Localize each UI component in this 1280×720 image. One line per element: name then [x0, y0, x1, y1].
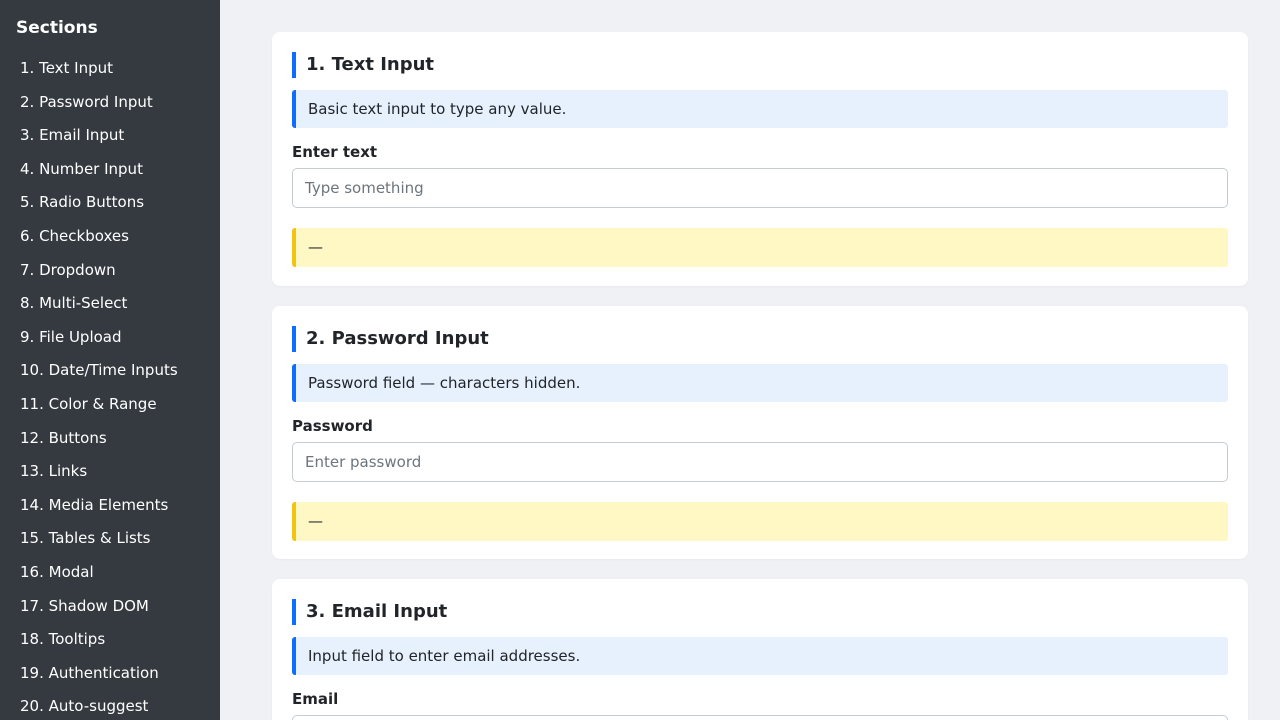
email-input[interactable] [292, 715, 1228, 720]
sidebar-item-date-time-inputs[interactable]: 10. Date/Time Inputs [0, 354, 220, 388]
sidebar-item-auto-suggest[interactable]: 20. Auto-suggest [0, 690, 220, 720]
text-output: — [292, 228, 1228, 267]
sidebar-item-file-upload[interactable]: 9. File Upload [0, 321, 220, 355]
sidebar-item-modal[interactable]: 16. Modal [0, 556, 220, 590]
section-text-input: 1. Text Input Basic text input to type a… [272, 32, 1248, 286]
section-title: 3. Email Input [292, 599, 1228, 625]
field-label: Enter text [292, 143, 378, 161]
sidebar-item-text-input[interactable]: 1. Text Input [0, 52, 220, 86]
field-label: Email [292, 690, 339, 708]
sidebar-item-multi-select[interactable]: 8. Multi-Select [0, 287, 220, 321]
password-output: — [292, 502, 1228, 541]
sidebar-item-radio-buttons[interactable]: 5. Radio Buttons [0, 186, 220, 220]
sidebar-list: 1. Text Input 2. Password Input 3. Email… [0, 52, 220, 720]
sidebar-item-shadow-dom[interactable]: 17. Shadow DOM [0, 590, 220, 624]
section-password-input: 2. Password Input Password field — chara… [272, 306, 1248, 559]
sidebar-item-media-elements[interactable]: 14. Media Elements [0, 489, 220, 523]
section-description: Input field to enter email addresses. [292, 637, 1228, 675]
main-content: 1. Text Input Basic text input to type a… [220, 0, 1280, 720]
sidebar-item-email-input[interactable]: 3. Email Input [0, 119, 220, 153]
section-email-input: 3. Email Input Input field to enter emai… [272, 579, 1248, 720]
field-label: Password [292, 417, 373, 435]
text-input[interactable] [292, 168, 1228, 208]
sidebar-item-number-input[interactable]: 4. Number Input [0, 153, 220, 187]
sidebar-item-password-input[interactable]: 2. Password Input [0, 86, 220, 120]
sidebar-item-tables-lists[interactable]: 15. Tables & Lists [0, 522, 220, 556]
sidebar-item-color-range[interactable]: 11. Color & Range [0, 388, 220, 422]
section-title: 2. Password Input [292, 326, 1228, 352]
sidebar-title: Sections [16, 18, 98, 38]
sidebar-item-buttons[interactable]: 12. Buttons [0, 422, 220, 456]
sidebar-item-dropdown[interactable]: 7. Dropdown [0, 254, 220, 288]
section-description: Basic text input to type any value. [292, 90, 1228, 128]
sidebar-item-tooltips[interactable]: 18. Tooltips [0, 623, 220, 657]
section-title: 1. Text Input [292, 52, 1228, 78]
sidebar-item-checkboxes[interactable]: 6. Checkboxes [0, 220, 220, 254]
sidebar: Sections 1. Text Input 2. Password Input… [0, 0, 220, 720]
sidebar-item-authentication[interactable]: 19. Authentication [0, 657, 220, 691]
section-description: Password field — characters hidden. [292, 364, 1228, 402]
password-input[interactable] [292, 442, 1228, 482]
sidebar-item-links[interactable]: 13. Links [0, 455, 220, 489]
